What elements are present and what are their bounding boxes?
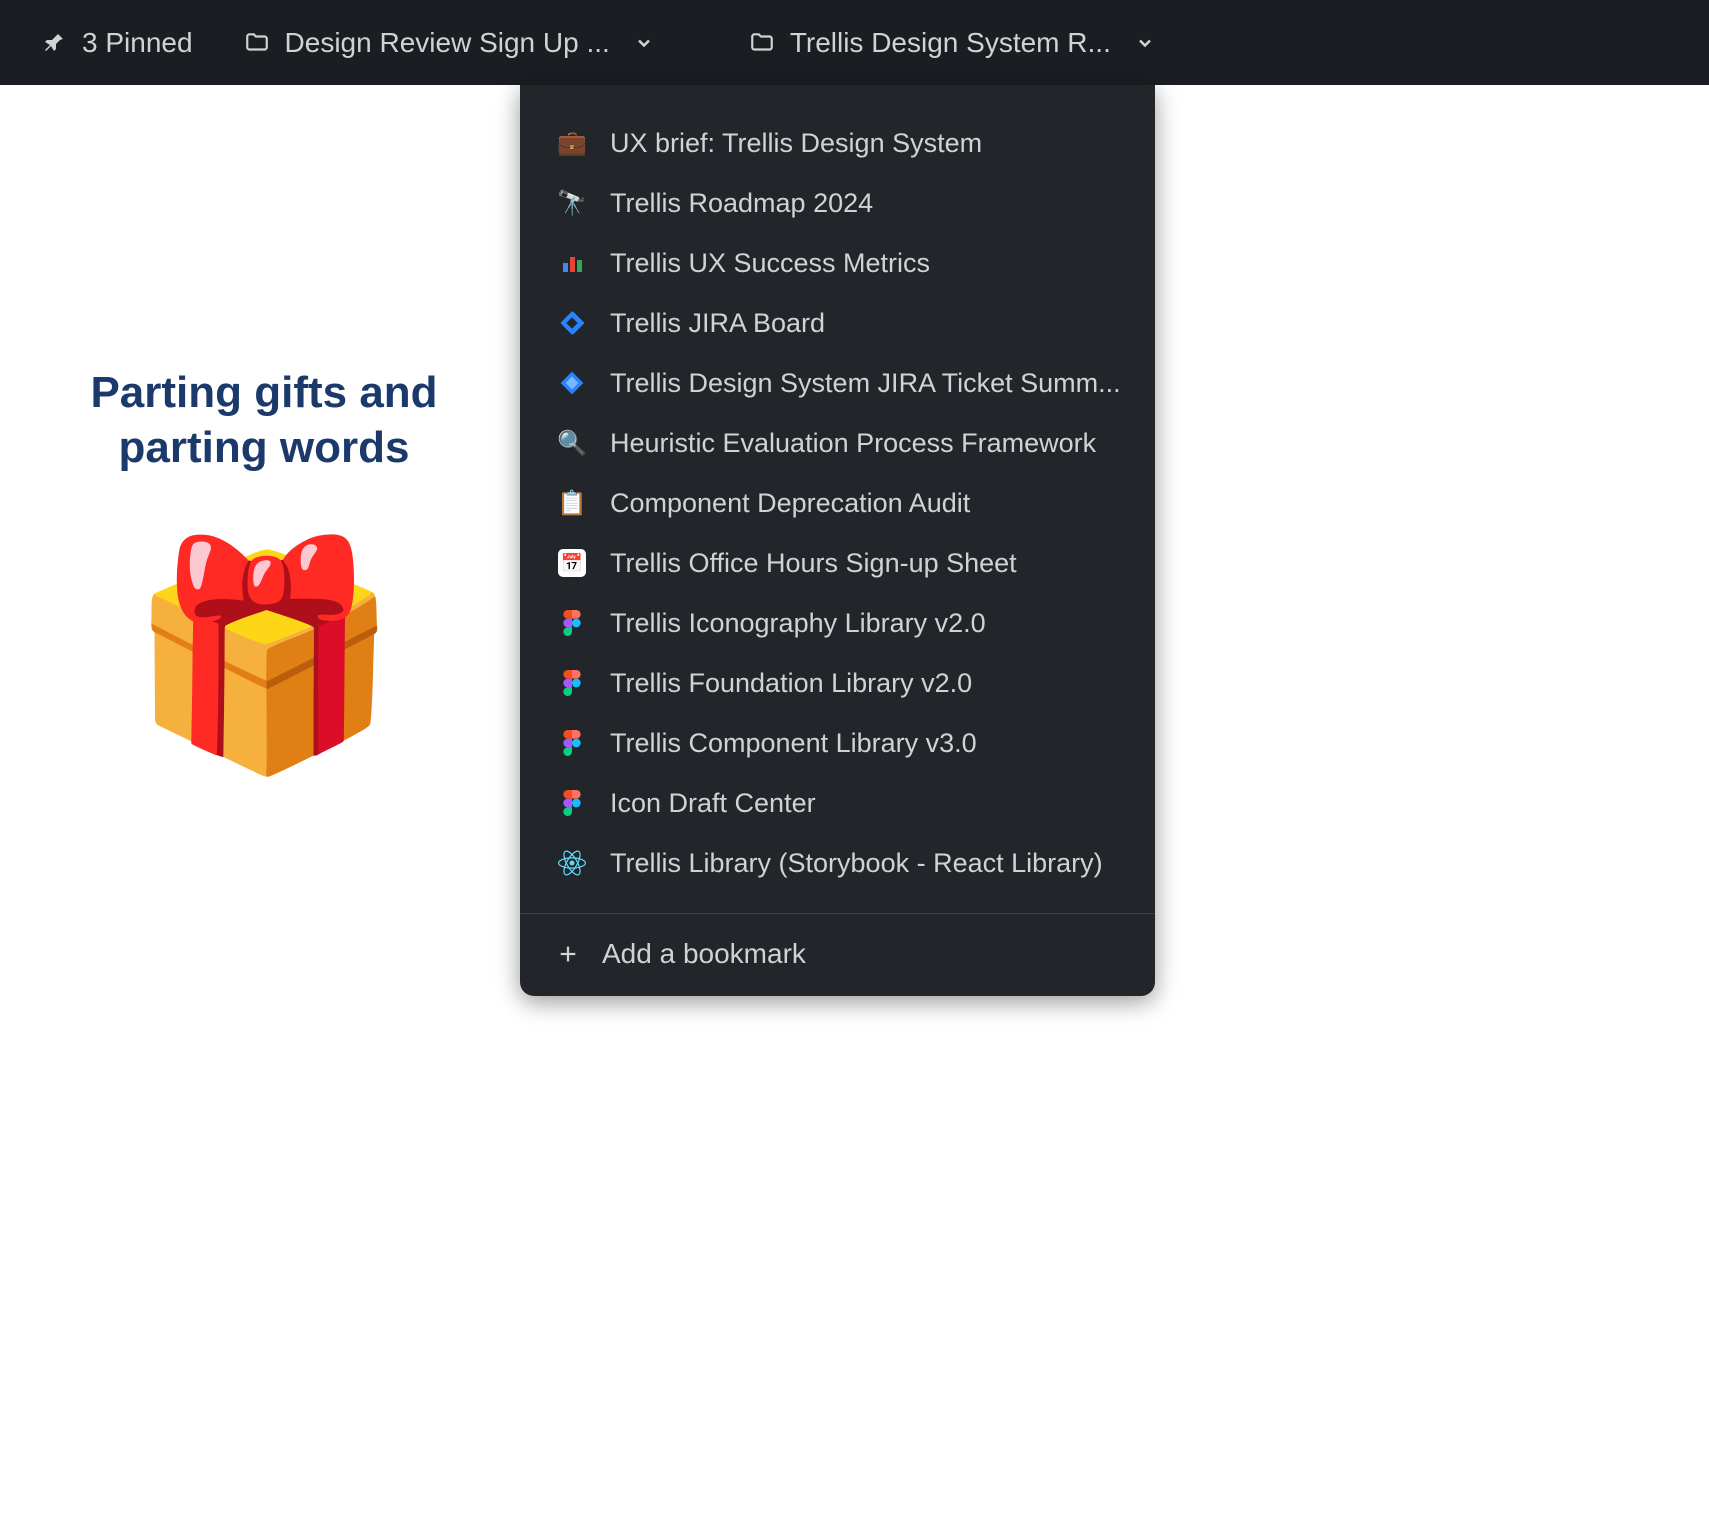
folder-tab-design-review[interactable]: Design Review Sign Up ... bbox=[243, 27, 658, 59]
gift-icon: 🎁 bbox=[127, 545, 401, 765]
bookmark-item-label: Heuristic Evaluation Process Framework bbox=[610, 428, 1127, 459]
bookmark-item[interactable]: 🔭 Trellis Roadmap 2024 bbox=[548, 173, 1135, 233]
add-bookmark-button[interactable]: Add a bookmark bbox=[520, 914, 1155, 996]
folder-icon bbox=[748, 29, 776, 57]
chevron-down-icon bbox=[630, 29, 658, 57]
pin-icon bbox=[40, 29, 68, 57]
jira-software-icon bbox=[556, 367, 588, 399]
bookmark-item[interactable]: 🔍 Heuristic Evaluation Process Framework bbox=[548, 413, 1135, 473]
figma-icon bbox=[556, 667, 588, 699]
bookmark-item[interactable]: Icon Draft Center bbox=[548, 773, 1135, 833]
bookmark-item-label: UX brief: Trellis Design System bbox=[610, 128, 1127, 159]
briefcase-icon: 💼 bbox=[556, 127, 588, 159]
bookmark-item-label: Trellis Library (Storybook - React Libra… bbox=[610, 848, 1127, 879]
figma-icon bbox=[556, 787, 588, 819]
figma-icon bbox=[556, 607, 588, 639]
chevron-down-icon bbox=[1131, 29, 1159, 57]
pinned-label: 3 Pinned bbox=[82, 27, 193, 59]
bookmark-item[interactable]: 📋 Component Deprecation Audit bbox=[548, 473, 1135, 533]
slide-title-line1: Parting gifts and bbox=[90, 368, 437, 417]
bookmark-item[interactable]: Trellis Design System JIRA Ticket Summ..… bbox=[548, 353, 1135, 413]
bookmark-item-label: Trellis Iconography Library v2.0 bbox=[610, 608, 1127, 639]
add-bookmark-label: Add a bookmark bbox=[602, 938, 806, 970]
bookmark-item-label: Trellis Roadmap 2024 bbox=[610, 188, 1127, 219]
bookmark-item[interactable]: Trellis Iconography Library v2.0 bbox=[548, 593, 1135, 653]
folder-label: Design Review Sign Up ... bbox=[285, 27, 610, 59]
react-icon bbox=[556, 847, 588, 879]
calendar-icon: 📅 bbox=[556, 547, 588, 579]
topbar: 3 Pinned Design Review Sign Up ... Trell… bbox=[0, 0, 1709, 85]
telescope-icon: 🔭 bbox=[556, 187, 588, 219]
bookmark-item-label: Component Deprecation Audit bbox=[610, 488, 1127, 519]
folder-icon bbox=[243, 29, 271, 57]
bookmark-item-label: Trellis Office Hours Sign-up Sheet bbox=[610, 548, 1127, 579]
bookmark-item[interactable]: Trellis Foundation Library v2.0 bbox=[548, 653, 1135, 713]
content-area: Parting gifts and parting words 🎁 💼 UX br… bbox=[0, 85, 1709, 1536]
bookmark-item-label: Icon Draft Center bbox=[610, 788, 1127, 819]
bookmark-item[interactable]: Trellis Component Library v3.0 bbox=[548, 713, 1135, 773]
slide-title-line2: parting words bbox=[119, 423, 410, 472]
bookmark-list: 💼 UX brief: Trellis Design System 🔭 Trellis… bbox=[520, 113, 1155, 909]
bookmark-item-label: Trellis Design System JIRA Ticket Summ..… bbox=[610, 368, 1127, 399]
folder-label: Trellis Design System R... bbox=[790, 27, 1111, 59]
plus-icon bbox=[556, 942, 580, 966]
magnifier-icon: 🔍 bbox=[556, 427, 588, 459]
bookmark-item[interactable]: 📅 Trellis Office Hours Sign-up Sheet bbox=[548, 533, 1135, 593]
bookmark-item[interactable]: Trellis JIRA Board bbox=[548, 293, 1135, 353]
pinned-button[interactable]: 3 Pinned bbox=[40, 27, 193, 59]
clipboard-icon: 📋 bbox=[556, 487, 588, 519]
bookmark-item[interactable]: Trellis UX Success Metrics bbox=[548, 233, 1135, 293]
jira-icon bbox=[556, 307, 588, 339]
bookmark-item-label: Trellis Component Library v3.0 bbox=[610, 728, 1127, 759]
slide-title: Parting gifts and parting words bbox=[48, 365, 480, 475]
bookmark-item-label: Trellis UX Success Metrics bbox=[610, 248, 1127, 279]
bar-chart-icon bbox=[556, 247, 588, 279]
slide-panel: Parting gifts and parting words 🎁 bbox=[0, 85, 520, 1536]
bookmark-dropdown: 💼 UX brief: Trellis Design System 🔭 Trellis… bbox=[520, 85, 1155, 996]
bookmark-item[interactable]: Trellis Library (Storybook - React Libra… bbox=[548, 833, 1135, 893]
figma-icon bbox=[556, 727, 588, 759]
bookmark-item-label: Trellis JIRA Board bbox=[610, 308, 1127, 339]
folder-tab-trellis[interactable]: Trellis Design System R... bbox=[748, 27, 1159, 59]
bookmark-item[interactable]: 💼 UX brief: Trellis Design System bbox=[548, 113, 1135, 173]
bookmark-item-label: Trellis Foundation Library v2.0 bbox=[610, 668, 1127, 699]
